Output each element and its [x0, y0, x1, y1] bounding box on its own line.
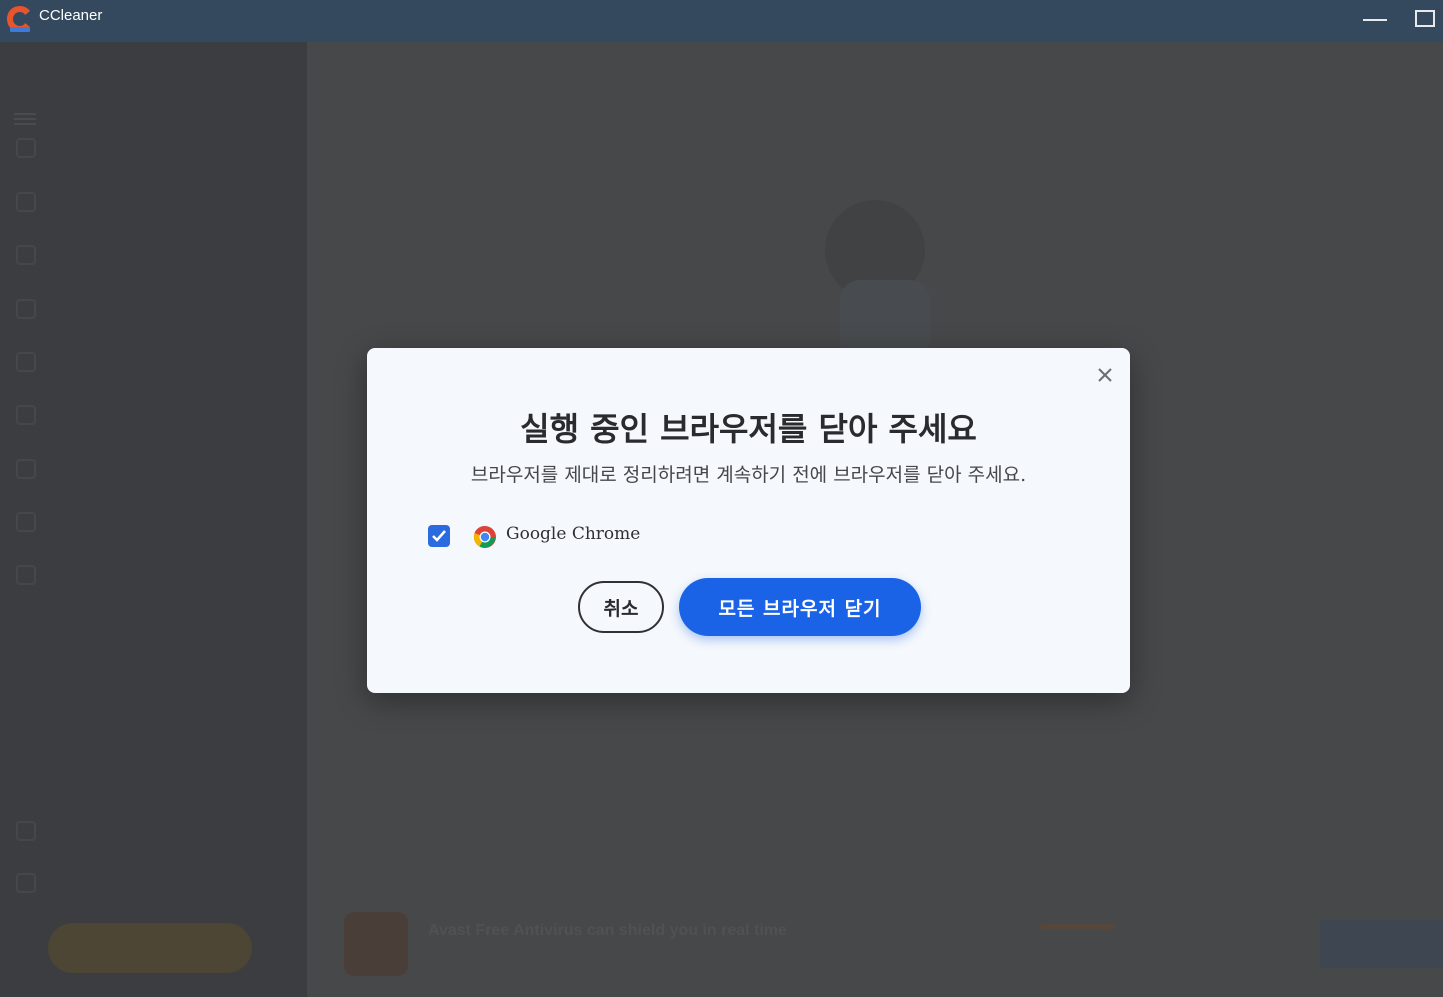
dialog-subtitle: 브라우저를 제대로 정리하려면 계속하기 전에 브라우저를 닫아 주세요. [470, 464, 1027, 486]
driver-icon [16, 299, 36, 319]
title-bar: CCleaner [0, 0, 1443, 42]
cancel-button[interactable]: 취소 [578, 581, 664, 633]
close-icon [1098, 368, 1112, 382]
dialog-title: 실행 중인 브라우저를 닫아 주세요 [520, 410, 977, 448]
ad-banner: Avast Free Antivirus can shield you in r… [330, 908, 1443, 988]
uninstall-icon [16, 459, 36, 479]
sidebar-item-3[interactable] [16, 242, 56, 268]
sidebar-item-9[interactable] [16, 562, 56, 588]
ad-button[interactable] [1320, 920, 1443, 968]
app-title: CCleaner [39, 7, 103, 24]
gear-icon [16, 821, 36, 841]
ad-progress [1040, 924, 1115, 930]
sidebar-item-5[interactable] [16, 349, 56, 375]
browser-name: Google Chrome [506, 524, 641, 544]
software-icon [16, 352, 36, 372]
help-icon [16, 873, 36, 893]
sidebar-item-options[interactable] [16, 818, 56, 844]
minimize-button[interactable] [1355, 6, 1395, 34]
sidebar-item-7[interactable] [16, 456, 56, 482]
sidebar-item-help[interactable] [16, 870, 56, 896]
sidebar-item-4[interactable] [16, 296, 56, 322]
chrome-icon [473, 525, 496, 548]
ad-headline: Avast Free Antivirus can shield you in r… [428, 922, 787, 939]
sidebar-item-1[interactable] [16, 135, 56, 161]
health-icon [16, 138, 36, 158]
chrome-checkbox[interactable] [428, 525, 450, 547]
checkmark-icon [432, 530, 446, 542]
close-all-browsers-button[interactable]: 모든 브라우저 닫기 [679, 578, 921, 636]
sidebar-item-2[interactable] [16, 189, 56, 215]
performance-icon [16, 245, 36, 265]
maximize-icon [1415, 10, 1435, 27]
illustration [825, 200, 930, 360]
cleaner-icon [16, 192, 36, 212]
registry-icon [16, 405, 36, 425]
close-browsers-dialog [367, 348, 1130, 693]
avast-icon [344, 912, 408, 976]
dialog-close-button[interactable] [1094, 364, 1116, 386]
minimize-icon [1363, 19, 1387, 21]
sidebar-item-8[interactable] [16, 509, 56, 535]
tools-icon [16, 565, 36, 585]
upgrade-button[interactable] [48, 923, 252, 973]
sidebar-item-6[interactable] [16, 402, 56, 428]
maximize-button[interactable] [1405, 6, 1443, 34]
ccleaner-logo-icon [7, 6, 30, 32]
duplicate-icon [16, 512, 36, 532]
hamburger-menu-icon[interactable] [14, 110, 36, 126]
